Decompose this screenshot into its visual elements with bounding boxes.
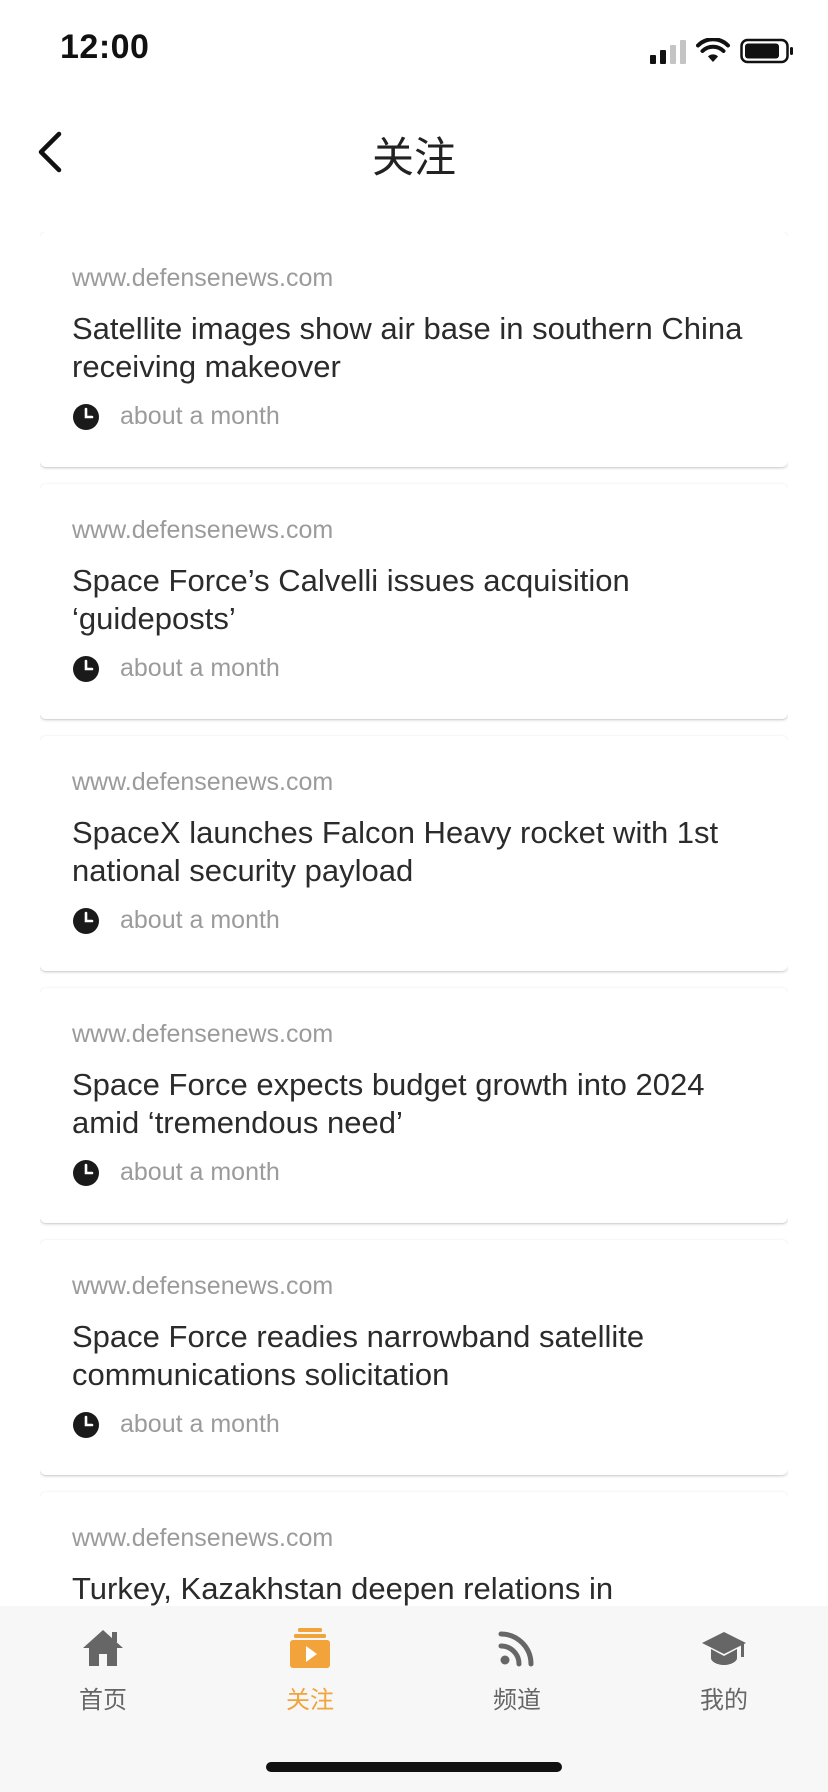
tab-home-label: 首页	[79, 1686, 127, 1714]
article-card[interactable]: www.defensenews.com Space Force readies …	[40, 1240, 788, 1475]
tab-home[interactable]: 首页	[33, 1624, 173, 1724]
clock-icon	[73, 403, 99, 430]
cellular-signal-icon	[650, 38, 686, 64]
article-title: Space Force’s Calvelli issues acquisitio…	[72, 563, 630, 636]
article-title: Space Force readies narrowband satellite…	[72, 1319, 645, 1392]
article-source: www.defensenews.com	[72, 1272, 334, 1300]
tab-channels[interactable]: 频道	[447, 1624, 587, 1724]
article-source: www.defensenews.com	[72, 264, 334, 292]
clock-icon	[73, 655, 99, 682]
article-source: www.defensenews.com	[72, 768, 334, 796]
article-card[interactable]: www.defensenews.com Satellite images sho…	[40, 232, 788, 467]
clock-icon	[73, 907, 99, 934]
tab-me[interactable]: 我的	[654, 1624, 794, 1724]
wifi-icon	[696, 38, 730, 62]
article-source: www.defensenews.com	[72, 1524, 334, 1552]
status-icons	[650, 36, 794, 66]
article-title: Turkey, Kazakhstan deepen relations in	[72, 1571, 614, 1606]
clock-icon	[73, 1159, 99, 1186]
article-card[interactable]: www.defensenews.com Turkey, Kazakhstan d…	[40, 1492, 788, 1606]
tab-follow-label: 关注	[286, 1686, 334, 1714]
home-icon	[83, 1630, 123, 1666]
header: 关注	[0, 100, 828, 204]
battery-icon	[740, 38, 793, 64]
article-source: www.defensenews.com	[72, 516, 334, 544]
article-time: about a month	[120, 654, 280, 682]
article-time: about a month	[120, 906, 280, 934]
home-indicator[interactable]	[266, 1762, 562, 1772]
tab-me-label: 我的	[700, 1686, 748, 1714]
article-time: about a month	[120, 1158, 280, 1186]
article-meta: about a month	[72, 906, 280, 935]
article-meta: about a month	[72, 402, 280, 431]
graduation-cap-icon	[702, 1632, 746, 1665]
article-list[interactable]: www.defensenews.com Satellite images sho…	[40, 232, 788, 1606]
article-title: Space Force expects budget growth into 2…	[72, 1067, 705, 1140]
play-stack-icon	[290, 1628, 330, 1668]
tab-channels-label: 频道	[493, 1686, 541, 1714]
status-bar: 12:00	[0, 0, 828, 100]
rss-icon	[498, 1631, 534, 1667]
article-time: about a month	[120, 402, 280, 430]
article-card[interactable]: www.defensenews.com Space Force’s Calvel…	[40, 484, 788, 719]
article-meta: about a month	[72, 654, 280, 683]
tab-follow[interactable]: 关注	[240, 1624, 380, 1724]
page-title: 关注	[371, 133, 456, 182]
article-meta: about a month	[72, 1410, 280, 1439]
status-time: 12:00	[60, 28, 150, 66]
article-source: www.defensenews.com	[72, 1020, 334, 1048]
article-meta: about a month	[72, 1158, 280, 1187]
article-card[interactable]: www.defensenews.com SpaceX launches Falc…	[40, 736, 788, 971]
article-title: Satellite images show air base in southe…	[72, 311, 743, 384]
article-title: SpaceX launches Falcon Heavy rocket with…	[72, 815, 719, 888]
clock-icon	[73, 1411, 99, 1438]
article-time: about a month	[120, 1410, 280, 1438]
article-card[interactable]: www.defensenews.com Space Force expects …	[40, 988, 788, 1223]
